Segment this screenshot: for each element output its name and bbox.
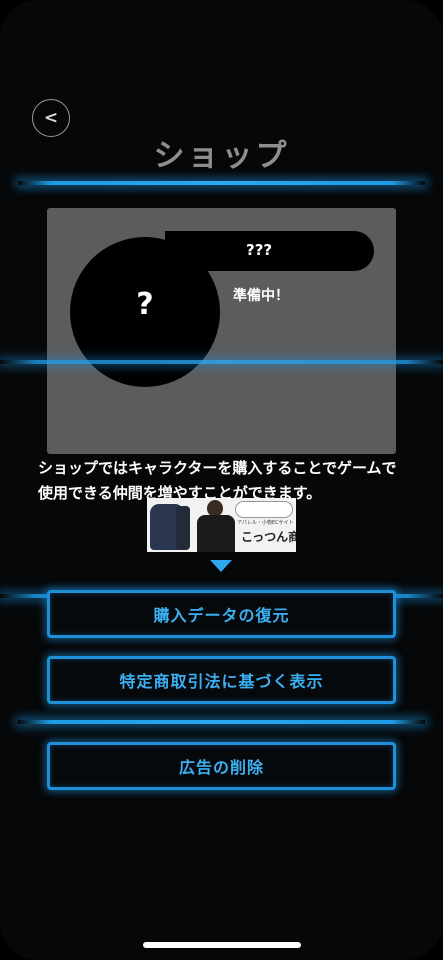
- unknown-character-icon: ?: [136, 287, 154, 322]
- home-indicator[interactable]: [143, 942, 301, 948]
- character-name: ???: [246, 241, 273, 259]
- character-panel: ? ??? 準備中！: [47, 208, 396, 454]
- page-title: ショップ: [153, 138, 290, 174]
- shop-screen: < ショップ ? ??? 準備中！ ショップではキャラクターを購入することでゲー…: [0, 0, 443, 960]
- legal-notice-button[interactable]: 特定商取引法に基づく表示: [47, 656, 396, 704]
- character-status: 準備中！: [233, 288, 289, 304]
- panel-divider: [0, 360, 443, 364]
- model-image: [195, 500, 235, 552]
- bag-image: [176, 506, 190, 550]
- ad-caption: アパレル・小物ECサイト: [237, 520, 294, 526]
- ad-brand: こっつん商店: [241, 530, 296, 544]
- header-divider: [18, 181, 425, 185]
- chevron-left-icon: <: [43, 108, 59, 128]
- remove-ads-button[interactable]: 広告の削除: [47, 742, 396, 790]
- menu-divider: [18, 720, 425, 724]
- speech-bubble-icon: [235, 501, 293, 518]
- restore-purchases-button[interactable]: 購入データの復元: [47, 590, 396, 638]
- ad-banner[interactable]: アパレル・小物ECサイト こっつん商店: [147, 498, 296, 552]
- chevron-down-icon: [210, 560, 232, 572]
